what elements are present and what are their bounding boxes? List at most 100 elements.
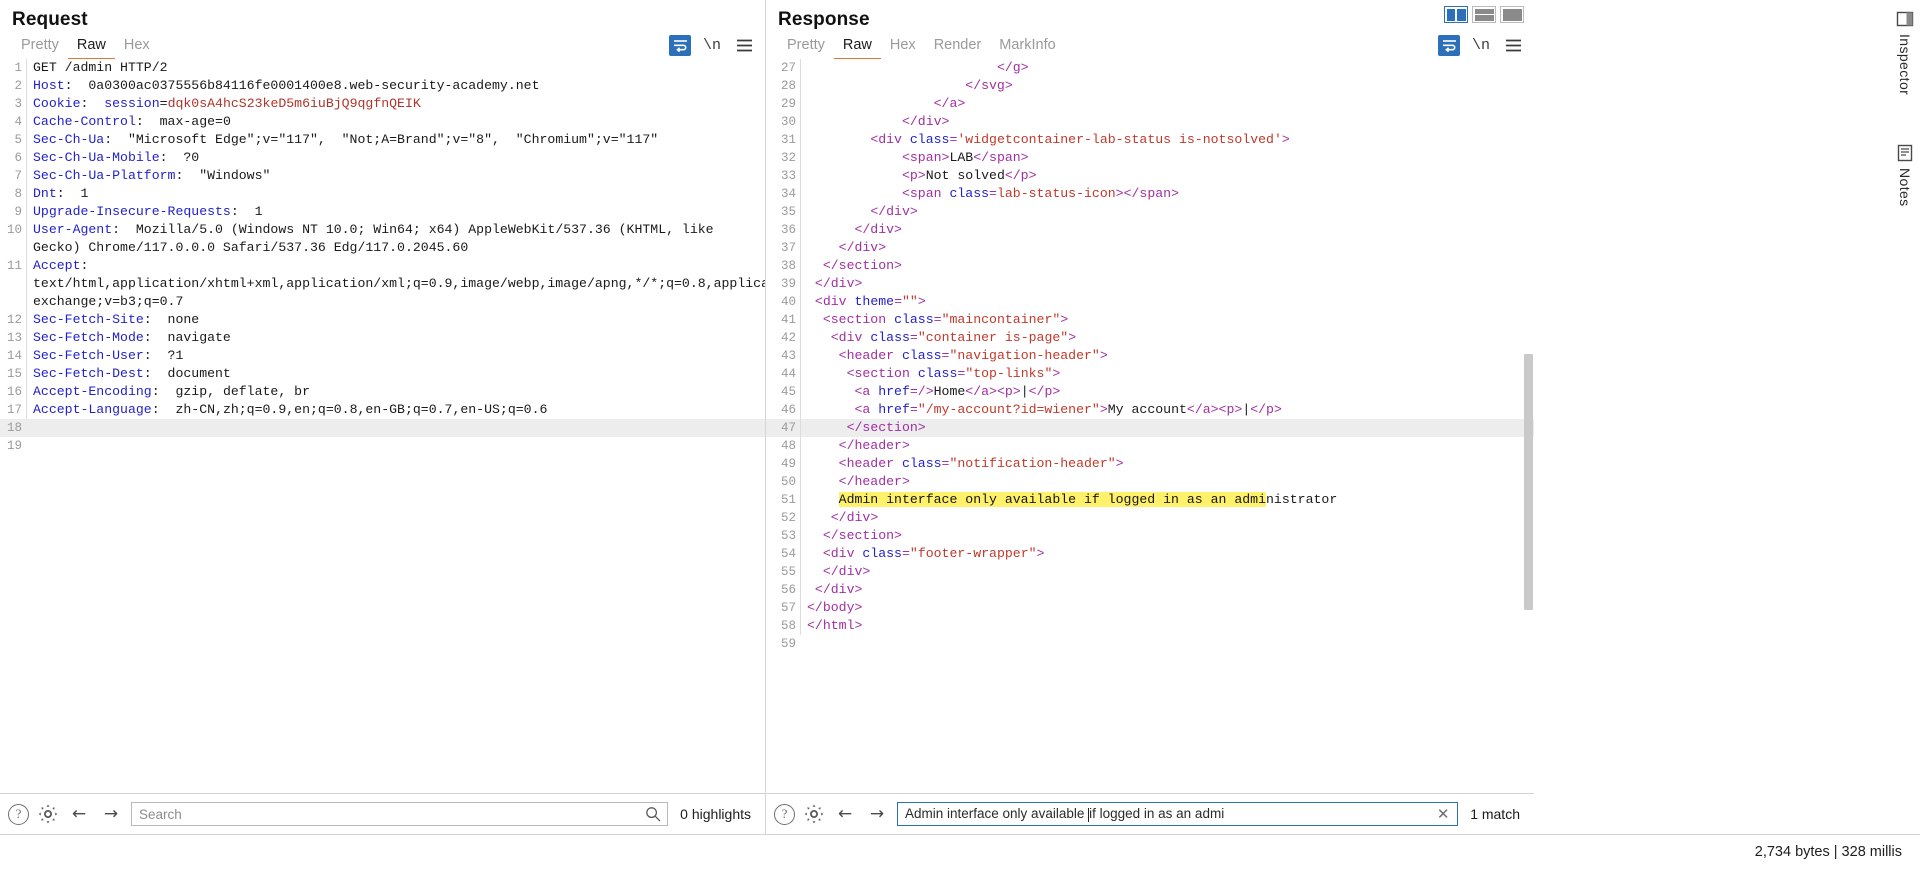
- code-line: </html>: [800, 617, 1534, 635]
- code-line: </section>: [800, 527, 1534, 545]
- line-number: 2: [14, 79, 22, 93]
- code-token-tag: <section: [822, 312, 895, 327]
- code-row: 6 Sec-Ch-Ua-Mobile: ?0: [0, 149, 765, 167]
- code-line: <span>LAB</span>: [800, 149, 1534, 167]
- code-token-tag: </svg>: [965, 78, 1013, 93]
- request-search-input[interactable]: Search: [131, 802, 669, 826]
- code-row: 44 <section class="top-links">: [766, 365, 1534, 383]
- code-line: Host: 0a0300ac0375556b84116fe0001400e8.w…: [26, 77, 765, 95]
- tab-response-render[interactable]: Render: [925, 37, 991, 58]
- response-menu-button[interactable]: [1502, 34, 1524, 56]
- line-number: 34: [780, 187, 796, 201]
- code-token-plain: : zh-CN,zh;q=0.9,en;q=0.8,en-GB;q=0.7,en…: [151, 402, 548, 417]
- code-token-plain: : document: [143, 366, 231, 381]
- tab-request-hex[interactable]: Hex: [115, 37, 159, 58]
- line-number: 16: [6, 385, 22, 399]
- code-line: Accept-Encoding: gzip, deflate, br: [26, 383, 765, 401]
- show-non-printable-chars-button[interactable]: \n: [701, 34, 723, 56]
- search-prev-button[interactable]: ←: [833, 803, 857, 825]
- code-token-tag: </div>: [822, 564, 871, 579]
- tab-response-hex[interactable]: Hex: [881, 37, 925, 58]
- show-non-printable-chars-button[interactable]: \n: [1470, 34, 1492, 56]
- line-number: 14: [6, 349, 22, 363]
- code-token-str: "top-links": [965, 366, 1053, 381]
- code-line: Sec-Fetch-Dest: document: [26, 365, 765, 383]
- response-code-area[interactable]: 27 </g> 28 </svg> 29 </a> 30 </div> 31 <div …: [766, 59, 1534, 793]
- code-row: 30 </div>: [766, 113, 1534, 131]
- request-menu-button[interactable]: [733, 34, 755, 56]
- code-token-plain: : 1: [230, 204, 263, 219]
- help-icon[interactable]: ?: [774, 803, 795, 825]
- response-panel: Response Pretty Raw Hex Render MarkInfo …: [765, 0, 1534, 834]
- code-token-tag: </div>: [814, 582, 863, 597]
- code-token-hdr: Cookie: [33, 96, 81, 111]
- code-token-plain: :: [80, 96, 105, 111]
- code-row: 10 User-Agent: Mozilla/5.0 (Windows NT 10…: [0, 221, 765, 257]
- tab-request-raw[interactable]: Raw: [67, 37, 115, 60]
- code-token-hdr: Upgrade-Insecure-Requests: [33, 204, 231, 219]
- code-token-text: My account: [1107, 402, 1187, 417]
- notes-icon: [1897, 144, 1913, 162]
- word-wrap-toggle-button[interactable]: [669, 34, 691, 56]
- code-line: Cache-Control: max-age=0: [26, 113, 765, 131]
- request-search-placeholder: Search: [139, 806, 182, 822]
- tab-request-pretty[interactable]: Pretty: [12, 37, 68, 58]
- layout-tabbed-button[interactable]: [1500, 6, 1524, 23]
- line-number: 32: [780, 151, 796, 165]
- tab-response-raw[interactable]: Raw: [833, 37, 881, 60]
- line-number: 17: [6, 403, 22, 417]
- rail-label-inspector: Inspector: [1897, 34, 1913, 96]
- settings-gear-button[interactable]: [803, 803, 825, 825]
- code-line: <section class="top-links">: [800, 365, 1534, 383]
- response-search-value: Admin interface only available if logged…: [905, 806, 1224, 822]
- code-line: </a>: [800, 95, 1534, 113]
- search-next-button[interactable]: →: [99, 803, 123, 825]
- layout-stacked-button[interactable]: [1472, 6, 1496, 23]
- rail-item-inspector[interactable]: Inspector: [1890, 6, 1920, 95]
- help-icon[interactable]: ?: [8, 803, 29, 825]
- code-token-text: |: [1020, 384, 1029, 399]
- search-prev-button[interactable]: ←: [67, 803, 91, 825]
- code-line: <header class="notification-header">: [800, 455, 1534, 473]
- code-token-str: lab-status-icon: [996, 186, 1116, 201]
- code-token-attr: class: [894, 312, 934, 327]
- tab-response-markinfo[interactable]: MarkInfo: [990, 37, 1064, 58]
- code-token-tag: <header: [838, 348, 902, 363]
- code-token-str: "footer-wrapper": [909, 546, 1037, 561]
- code-token-tag: >: [1060, 312, 1069, 327]
- code-line: Sec-Fetch-Site: none: [26, 311, 765, 329]
- code-row: 5 Sec-Ch-Ua: "Microsoft Edge";v="117", "N…: [0, 131, 765, 149]
- code-row: 58 </html>: [766, 617, 1534, 635]
- code-token-val: dqk0sA4hcS23keD5m6iuBjQ9qgfnQEIK: [167, 96, 421, 111]
- response-search-input[interactable]: Admin interface only available if logged…: [897, 802, 1459, 826]
- code-line: Sec-Ch-Ua: "Microsoft Edge";v="117", "No…: [26, 131, 765, 149]
- request-code-area[interactable]: 1 GET /admin HTTP/2 2 Host: 0a0300ac0375556…: [0, 59, 765, 793]
- newline-glyph-icon: \n: [702, 36, 721, 54]
- settings-gear-button[interactable]: [37, 803, 59, 825]
- code-token-tag: </section>: [822, 528, 902, 543]
- layout-side-by-side-button[interactable]: [1444, 6, 1468, 23]
- code-token-attr: class: [949, 186, 990, 201]
- code-token-attr: class: [862, 546, 902, 561]
- code-token-hdr: Dnt: [33, 186, 57, 201]
- word-wrap-toggle-button[interactable]: [1438, 34, 1460, 56]
- line-number: 19: [6, 439, 22, 453]
- response-vertical-scrollbar[interactable]: [1524, 354, 1533, 610]
- code-token-tag: =: [894, 294, 902, 309]
- code-row: 35 </div>: [766, 203, 1534, 221]
- code-token-attr: class: [917, 366, 958, 381]
- rail-item-notes[interactable]: Notes: [1890, 140, 1920, 207]
- code-row: 17 Accept-Language: zh-CN,zh;q=0.9,en;q=0…: [0, 401, 765, 419]
- line-number: 45: [780, 385, 796, 399]
- code-line: <div class="container is-page">: [800, 329, 1534, 347]
- search-next-button[interactable]: →: [865, 803, 889, 825]
- clear-search-icon[interactable]: ✕: [1434, 805, 1452, 823]
- tab-response-pretty[interactable]: Pretty: [778, 37, 834, 58]
